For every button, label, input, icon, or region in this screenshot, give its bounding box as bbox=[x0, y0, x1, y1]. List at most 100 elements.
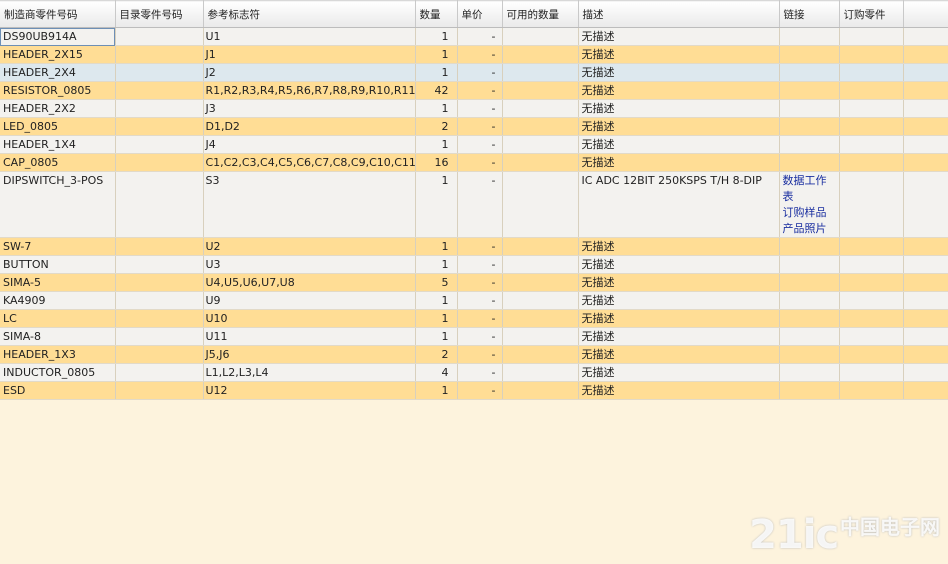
cell-unit-price[interactable]: - bbox=[457, 273, 503, 292]
cell-order-part[interactable] bbox=[839, 171, 904, 238]
col-header-mfr-part[interactable]: 制造商零件号码 bbox=[0, 0, 116, 28]
cell-spacer[interactable] bbox=[903, 273, 948, 292]
cell-mfr-part[interactable]: LC bbox=[0, 309, 116, 328]
cell-ref-designators[interactable]: U11 bbox=[203, 327, 416, 346]
table-row[interactable]: HEADER_1X3 J5,J6 2- 无描述 bbox=[0, 345, 948, 364]
cell-ref-designators[interactable]: U3 bbox=[203, 255, 416, 274]
cell-links[interactable]: 数据工作表 订购样品 产品照片 bbox=[779, 171, 840, 238]
cell-order-part[interactable] bbox=[839, 45, 904, 64]
col-header-links[interactable]: 链接 bbox=[779, 0, 840, 28]
cell-order-part[interactable] bbox=[839, 135, 904, 154]
col-header-quantity[interactable]: 数量 bbox=[415, 0, 458, 28]
cell-catalog-part[interactable] bbox=[115, 309, 204, 328]
cell-ref-designators[interactable]: U12 bbox=[203, 381, 416, 400]
cell-mfr-part[interactable]: BUTTON bbox=[0, 255, 116, 274]
cell-order-part[interactable] bbox=[839, 117, 904, 136]
cell-catalog-part[interactable] bbox=[115, 63, 204, 82]
cell-spacer[interactable] bbox=[903, 99, 948, 118]
cell-ref-designators[interactable]: U10 bbox=[203, 309, 416, 328]
cell-order-part[interactable] bbox=[839, 345, 904, 364]
cell-spacer[interactable] bbox=[903, 363, 948, 382]
cell-available-qty[interactable] bbox=[502, 153, 579, 172]
cell-quantity[interactable]: 1 bbox=[415, 135, 458, 154]
cell-mfr-part[interactable]: LED_0805 bbox=[0, 117, 116, 136]
cell-available-qty[interactable] bbox=[502, 171, 579, 238]
cell-available-qty[interactable] bbox=[502, 273, 579, 292]
cell-description[interactable]: 无描述 bbox=[578, 237, 780, 256]
cell-available-qty[interactable] bbox=[502, 117, 579, 136]
cell-links[interactable] bbox=[779, 381, 840, 400]
cell-catalog-part[interactable] bbox=[115, 381, 204, 400]
cell-spacer[interactable] bbox=[903, 345, 948, 364]
cell-order-part[interactable] bbox=[839, 255, 904, 274]
cell-available-qty[interactable] bbox=[502, 63, 579, 82]
cell-description[interactable]: 无描述 bbox=[578, 45, 780, 64]
cell-catalog-part[interactable] bbox=[115, 237, 204, 256]
cell-quantity[interactable]: 1 bbox=[415, 309, 458, 328]
cell-unit-price[interactable]: - bbox=[457, 255, 503, 274]
cell-unit-price[interactable]: - bbox=[457, 309, 503, 328]
cell-catalog-part[interactable] bbox=[115, 45, 204, 64]
cell-spacer[interactable] bbox=[903, 45, 948, 64]
table-row[interactable]: ESD U12 1- 无描述 bbox=[0, 381, 948, 400]
cell-quantity[interactable]: 16 bbox=[415, 153, 458, 172]
cell-ref-designators[interactable]: R1,R2,R3,R4,R5,R6,R7,R8,R9,R10,R11,R12,R… bbox=[203, 81, 416, 100]
cell-spacer[interactable] bbox=[903, 81, 948, 100]
cell-mfr-part[interactable]: HEADER_2X4 bbox=[0, 63, 116, 82]
cell-description[interactable]: 无描述 bbox=[578, 27, 780, 46]
cell-description[interactable]: 无描述 bbox=[578, 153, 780, 172]
cell-unit-price[interactable]: - bbox=[457, 327, 503, 346]
cell-catalog-part[interactable] bbox=[115, 27, 204, 46]
cell-quantity[interactable]: 2 bbox=[415, 117, 458, 136]
cell-description[interactable]: 无描述 bbox=[578, 63, 780, 82]
cell-mfr-part[interactable]: HEADER_1X4 bbox=[0, 135, 116, 154]
cell-links[interactable] bbox=[779, 345, 840, 364]
cell-description[interactable]: 无描述 bbox=[578, 273, 780, 292]
cell-links[interactable] bbox=[779, 135, 840, 154]
cell-order-part[interactable] bbox=[839, 81, 904, 100]
col-header-catalog-part[interactable]: 目录零件号码 bbox=[115, 0, 204, 28]
cell-order-part[interactable] bbox=[839, 153, 904, 172]
cell-mfr-part[interactable]: DIPSWITCH_3-POS bbox=[0, 171, 116, 238]
cell-catalog-part[interactable] bbox=[115, 99, 204, 118]
cell-mfr-part[interactable]: DS90UB914A bbox=[0, 27, 116, 46]
table-row[interactable]: CAP_0805 C1,C2,C3,C4,C5,C6,C7,C8,C9,C10,C… bbox=[0, 153, 948, 172]
table-row[interactable]: LED_0805 D1,D2 2- 无描述 bbox=[0, 117, 948, 136]
cell-description[interactable]: 无描述 bbox=[578, 309, 780, 328]
link-item[interactable]: 产品照片 bbox=[783, 221, 835, 237]
cell-available-qty[interactable] bbox=[502, 363, 579, 382]
cell-description[interactable]: 无描述 bbox=[578, 327, 780, 346]
cell-mfr-part[interactable]: HEADER_2X15 bbox=[0, 45, 116, 64]
cell-quantity[interactable]: 5 bbox=[415, 273, 458, 292]
cell-unit-price[interactable]: - bbox=[457, 63, 503, 82]
col-header-available-qty[interactable]: 可用的数量 bbox=[502, 0, 579, 28]
cell-mfr-part[interactable]: INDUCTOR_0805 bbox=[0, 363, 116, 382]
cell-available-qty[interactable] bbox=[502, 345, 579, 364]
table-row[interactable]: SW-7 U2 1- 无描述 bbox=[0, 237, 948, 256]
cell-spacer[interactable] bbox=[903, 171, 948, 238]
cell-unit-price[interactable]: - bbox=[457, 99, 503, 118]
table-row[interactable]: INDUCTOR_0805 L1,L2,L3,L4 4- 无描述 bbox=[0, 363, 948, 382]
cell-catalog-part[interactable] bbox=[115, 171, 204, 238]
cell-quantity[interactable]: 1 bbox=[415, 63, 458, 82]
cell-unit-price[interactable]: - bbox=[457, 237, 503, 256]
cell-spacer[interactable] bbox=[903, 309, 948, 328]
cell-mfr-part[interactable]: CAP_0805 bbox=[0, 153, 116, 172]
cell-description[interactable]: 无描述 bbox=[578, 99, 780, 118]
cell-mfr-part[interactable]: HEADER_1X3 bbox=[0, 345, 116, 364]
cell-ref-designators[interactable]: J5,J6 bbox=[203, 345, 416, 364]
cell-available-qty[interactable] bbox=[502, 135, 579, 154]
cell-quantity[interactable]: 2 bbox=[415, 345, 458, 364]
cell-available-qty[interactable] bbox=[502, 27, 579, 46]
cell-ref-designators[interactable]: U4,U5,U6,U7,U8 bbox=[203, 273, 416, 292]
cell-quantity[interactable]: 42 bbox=[415, 81, 458, 100]
col-header-order-part[interactable]: 订购零件 bbox=[839, 0, 904, 28]
cell-links[interactable] bbox=[779, 327, 840, 346]
cell-unit-price[interactable]: - bbox=[457, 27, 503, 46]
cell-ref-designators[interactable]: L1,L2,L3,L4 bbox=[203, 363, 416, 382]
cell-mfr-part[interactable]: SIMA-8 bbox=[0, 327, 116, 346]
cell-spacer[interactable] bbox=[903, 135, 948, 154]
cell-unit-price[interactable]: - bbox=[457, 117, 503, 136]
cell-unit-price[interactable]: - bbox=[457, 291, 503, 310]
col-header-description[interactable]: 描述 bbox=[578, 0, 780, 28]
